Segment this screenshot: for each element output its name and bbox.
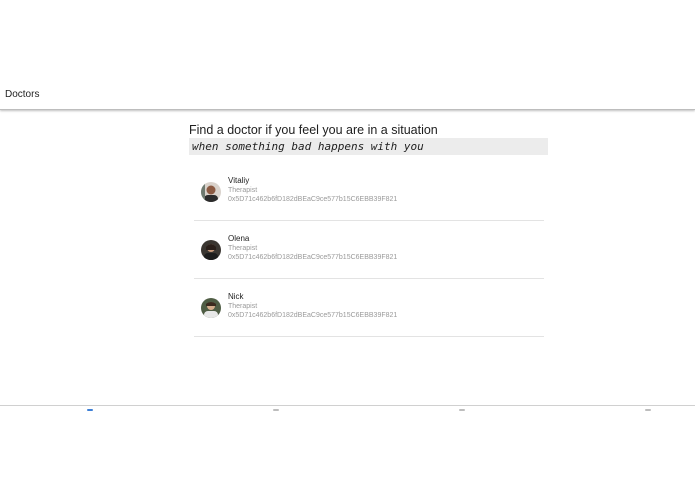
profile-icon bbox=[645, 409, 651, 411]
doctor-name: Nick bbox=[228, 292, 244, 301]
main-content: Find a doctor if you feel you are in a s… bbox=[189, 123, 549, 337]
app-header: Doctors bbox=[0, 0, 695, 110]
doctor-role: Therapist bbox=[228, 245, 258, 252]
doctor-address: 0x5D71c462b6fD182dBEaC9ce577b15C6EBB39F8… bbox=[228, 254, 398, 261]
doctor-name: Olena bbox=[228, 234, 250, 243]
avatar bbox=[201, 182, 221, 202]
doctor-list-item[interactable]: Nick Therapist 0x5D71c462b6fD182dBEaC9ce… bbox=[194, 279, 544, 337]
doctor-name: Vitaliy bbox=[228, 176, 250, 185]
doctor-address: 0x5D71c462b6fD182dBEaC9ce577b15C6EBB39F8… bbox=[228, 196, 398, 203]
doctor-address: 0x5D71c462b6fD182dBEaC9ce577b15C6EBB39F8… bbox=[228, 312, 398, 319]
avatar bbox=[201, 298, 221, 318]
doctor-list-item[interactable]: Olena Therapist 0x5D71c462b6fD182dBEaC9c… bbox=[194, 221, 544, 279]
avatar bbox=[201, 240, 221, 260]
intro-heading: Find a doctor if you feel you are in a s… bbox=[189, 123, 438, 137]
tab-doctors[interactable] bbox=[84, 409, 96, 415]
chat-icon bbox=[273, 409, 279, 411]
tab-wallet[interactable] bbox=[456, 409, 468, 415]
wallet-icon bbox=[459, 409, 465, 411]
doctor-role: Therapist bbox=[228, 303, 258, 310]
tab-chat[interactable] bbox=[270, 409, 282, 415]
intro-subheading: when something bad happens with you bbox=[189, 138, 548, 155]
doctor-role: Therapist bbox=[228, 187, 258, 194]
tab-profile[interactable] bbox=[642, 409, 654, 415]
page-title: Doctors bbox=[5, 89, 40, 100]
bottom-nav bbox=[0, 405, 695, 495]
doctor-list-item[interactable]: Vitaliy Therapist 0x5D71c462b6fD182dBEaC… bbox=[194, 163, 544, 221]
doctor-list: Vitaliy Therapist 0x5D71c462b6fD182dBEaC… bbox=[194, 163, 544, 337]
doctors-icon bbox=[87, 409, 93, 411]
